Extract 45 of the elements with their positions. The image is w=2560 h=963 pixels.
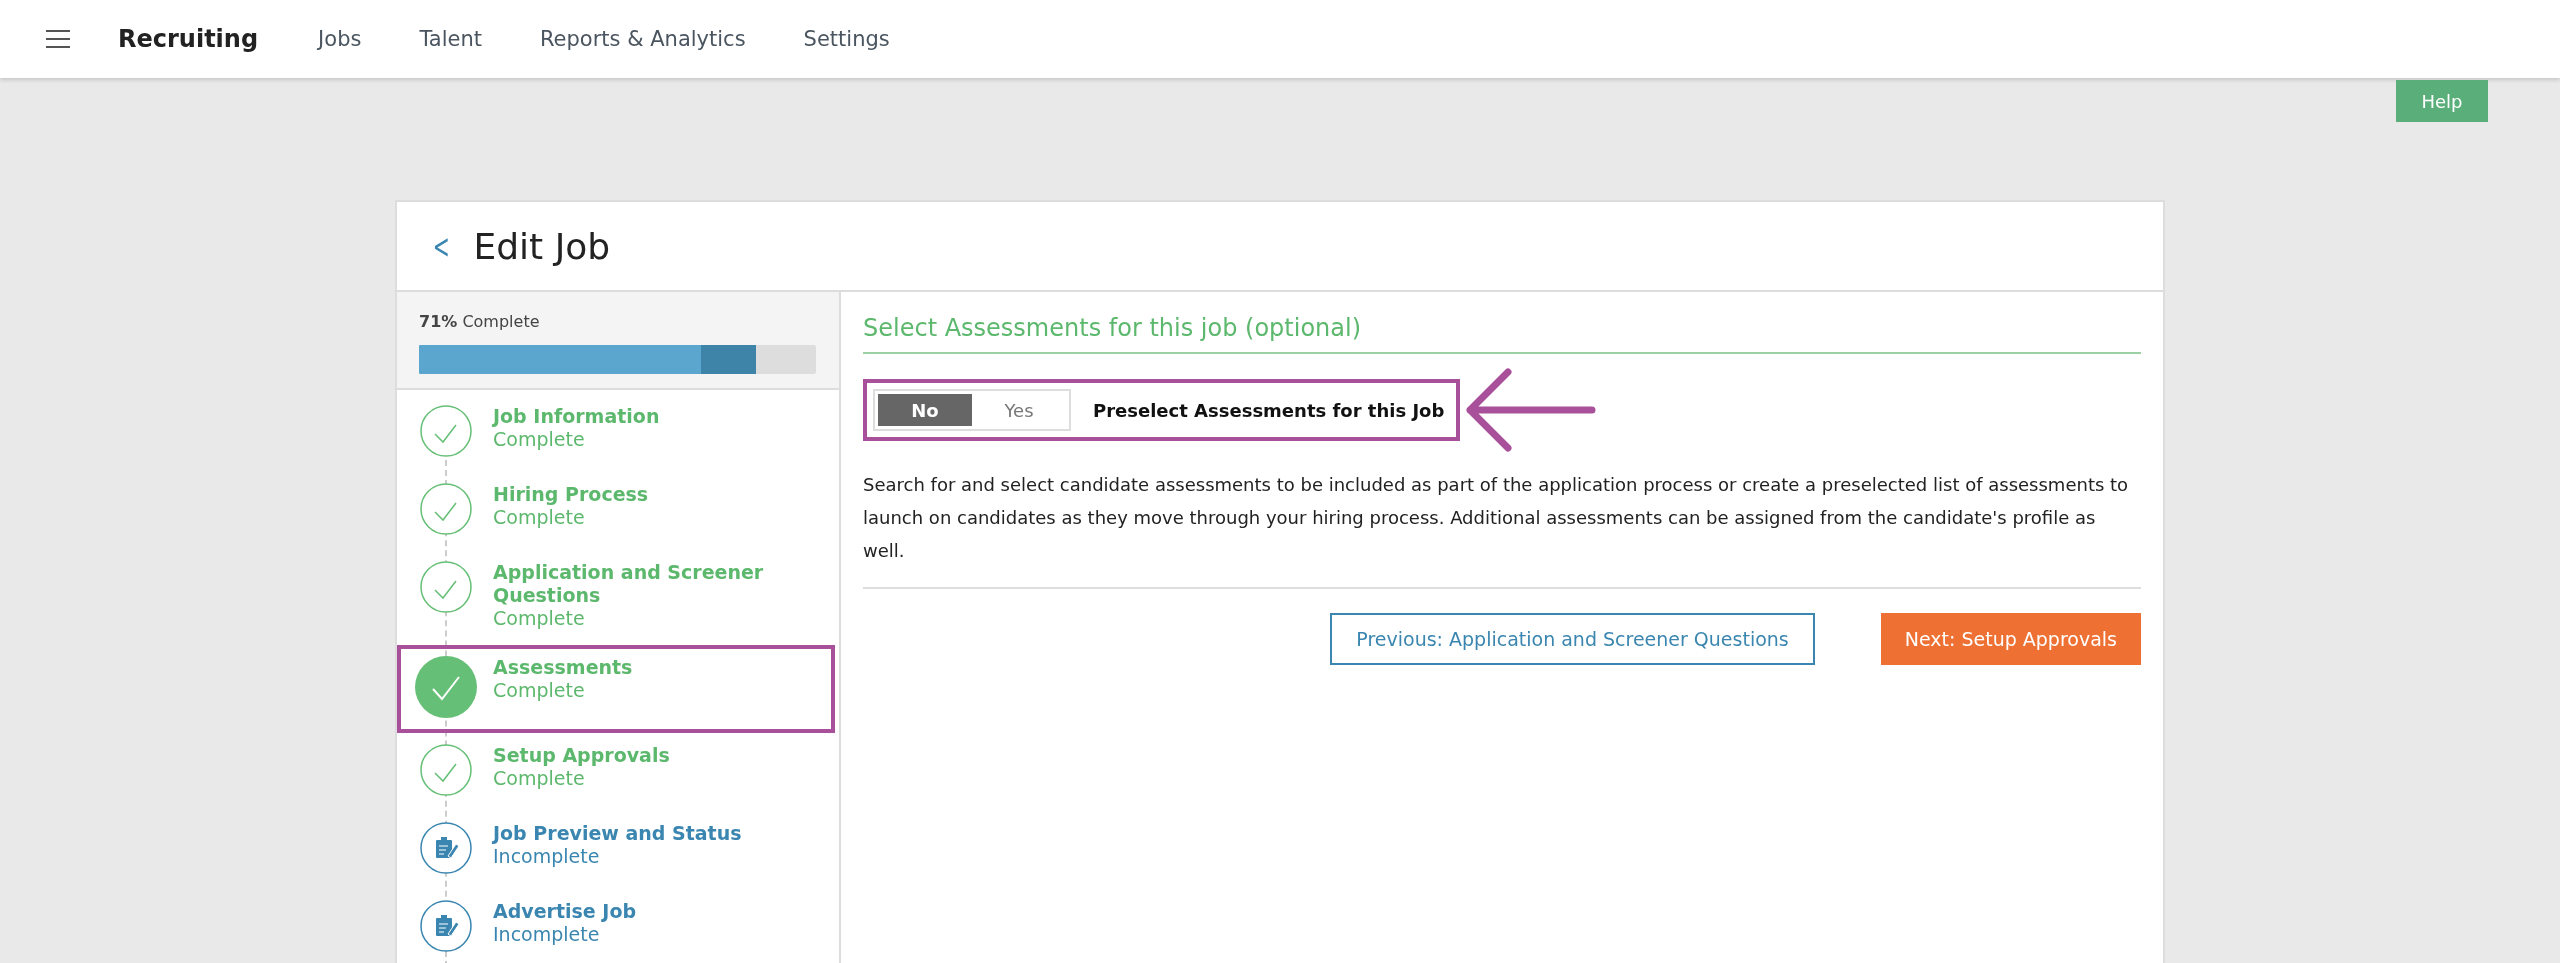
check-circle-icon bbox=[420, 561, 472, 613]
clipboard-pencil-icon bbox=[420, 822, 472, 874]
step-title: Job Information bbox=[493, 405, 660, 428]
step-status: Complete bbox=[493, 506, 586, 529]
toggle-label: Preselect Assessments for this Job bbox=[1093, 399, 1445, 421]
step-item[interactable]: Setup Approvals Complete bbox=[397, 733, 835, 811]
step-item[interactable]: Job Preview and Status Incomplete bbox=[397, 811, 835, 889]
step-title: Advertise Job bbox=[493, 900, 637, 923]
step-title: Application and Screener Questions bbox=[493, 561, 765, 607]
next-button[interactable]: Next: Setup Approvals bbox=[1880, 613, 2141, 665]
check-circle-icon bbox=[420, 744, 472, 796]
clipboard-pencil-icon bbox=[420, 900, 472, 952]
step-status: Incomplete bbox=[493, 845, 601, 868]
step-status: Complete bbox=[493, 767, 586, 790]
back-button[interactable]: < bbox=[432, 226, 450, 266]
step-title: Job Preview and Status bbox=[493, 822, 742, 845]
step-title: Hiring Process bbox=[493, 483, 649, 506]
yes-no-toggle[interactable]: No Yes bbox=[873, 389, 1071, 431]
step-item[interactable]: Hiring Process Complete bbox=[397, 472, 835, 550]
nav-link[interactable]: Settings bbox=[803, 27, 890, 51]
menu-icon[interactable] bbox=[46, 30, 70, 48]
step-status: Incomplete bbox=[493, 923, 601, 946]
step-status: Complete bbox=[493, 428, 586, 451]
step-title: Setup Approvals bbox=[493, 744, 670, 767]
check-circle-icon bbox=[420, 405, 472, 457]
section-description: Search for and select candidate assessments to be included as part of the application process or create a preselected list of assessments to launch on candidates as they move through your hiring process. Additional assessments can be assigned from the candidate's profile as well. bbox=[863, 468, 2141, 589]
step-item[interactable]: Job Information Complete bbox=[397, 394, 835, 472]
nav-link[interactable]: Reports & Analytics bbox=[539, 27, 746, 51]
step-title: Assessments bbox=[493, 656, 633, 679]
section-heading: Select Assessments for this job (optional) bbox=[863, 314, 2141, 354]
step-status: Complete bbox=[493, 679, 586, 702]
step-item[interactable]: Application and Screener Questions Complete bbox=[397, 550, 835, 645]
nav-link[interactable]: Talent bbox=[419, 27, 482, 51]
previous-button[interactable]: Previous: Application and Screener Questions bbox=[1330, 613, 1815, 665]
app-title: Recruiting bbox=[118, 25, 259, 53]
step-status: Complete bbox=[493, 607, 586, 630]
toggle-option[interactable]: No bbox=[878, 394, 972, 426]
check-circle-icon bbox=[420, 483, 472, 535]
page-title: Edit Job bbox=[473, 225, 611, 267]
progress-label: 71% Complete bbox=[419, 312, 541, 331]
nav-link[interactable]: Jobs bbox=[318, 27, 362, 51]
step-item[interactable]: Assessments Complete bbox=[397, 645, 835, 733]
step-item[interactable]: Advertise Job Incomplete bbox=[397, 889, 835, 963]
help-button[interactable]: Help bbox=[2396, 80, 2488, 122]
check-circle-icon bbox=[415, 656, 477, 718]
